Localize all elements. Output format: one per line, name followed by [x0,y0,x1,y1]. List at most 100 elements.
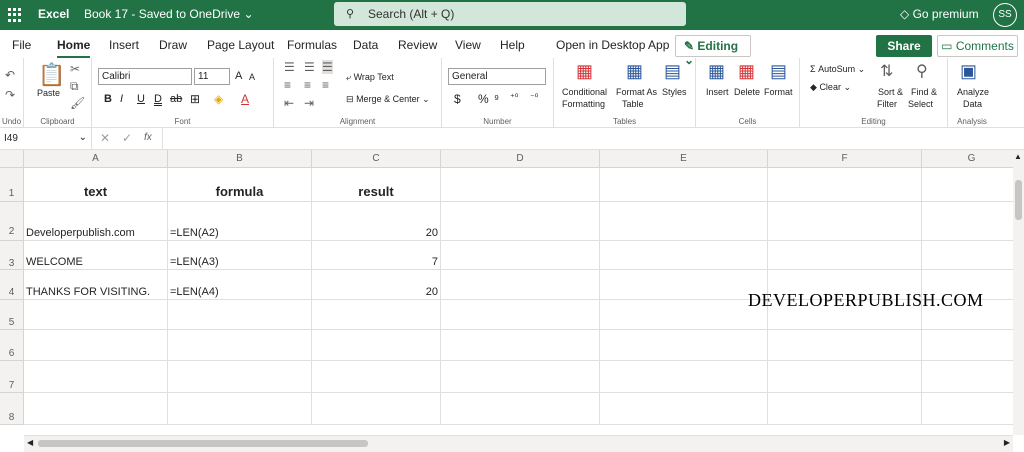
delete-cells-label[interactable]: Delete [734,87,760,97]
align-middle-icon[interactable]: ☰ [304,60,315,74]
select-all-corner[interactable] [0,150,24,168]
search-box[interactable]: ⚲ Search (Alt + Q) [334,2,686,26]
scroll-left-icon[interactable]: ◀ [27,438,33,447]
cell-d5[interactable] [441,300,600,330]
go-premium-link[interactable]: ◇ Go premium [900,7,979,21]
workbook-title[interactable]: Book 17 - Saved to OneDrive ⌄ [84,7,254,21]
cell-a2[interactable]: Developerpublish.com [24,202,168,241]
cell-a5[interactable] [24,300,168,330]
cell-a1[interactable]: text [24,168,168,202]
column-header-d[interactable]: D [441,150,600,168]
share-button[interactable]: Share [876,35,932,57]
row-header-7[interactable]: 7 [0,361,24,393]
row-header-3[interactable]: 3 [0,241,24,270]
name-box[interactable]: I49 ⌄ [0,128,92,150]
number-format-select[interactable]: General [448,68,546,85]
cell-a6[interactable] [24,330,168,361]
row-header-8[interactable]: 8 [0,393,24,425]
format-as-table-label-1[interactable]: Format As [616,87,657,97]
decrease-indent-icon[interactable]: ⇤ [284,96,294,110]
cell-d2[interactable] [441,202,600,241]
cell-f2[interactable] [768,202,922,241]
cell-f8[interactable] [768,393,922,425]
conditional-formatting-label-2[interactable]: Formatting [562,99,605,109]
confirm-icon[interactable]: ✓ [122,131,132,145]
align-right-icon[interactable]: ≡ [322,78,329,92]
bold-icon[interactable]: B [104,93,112,105]
align-top-icon[interactable]: ☰ [284,60,295,74]
autosum-button[interactable]: Σ AutoSum ⌄ [810,64,865,75]
cell-f7[interactable] [768,361,922,393]
find-select-icon[interactable]: ⚲ [916,61,928,81]
tab-file[interactable]: File [12,38,31,52]
cell-f6[interactable] [768,330,922,361]
cell-d4[interactable] [441,270,600,300]
row-header-4[interactable]: 4 [0,270,24,300]
merge-center-button[interactable]: ⊟ Merge & Center ⌄ [346,94,430,105]
cell-b6[interactable] [168,330,312,361]
redo-icon[interactable]: ↷ [5,88,15,102]
scroll-right-icon[interactable]: ▶ [1004,438,1010,447]
cell-b1[interactable]: formula [168,168,312,202]
cell-b3[interactable]: =LEN(A3) [168,241,312,270]
cell-g7[interactable] [922,361,1013,393]
cell-e3[interactable] [600,241,768,270]
font-size-select[interactable]: 11 [194,68,230,85]
column-header-g[interactable]: G [922,150,1013,168]
styles-label[interactable]: Styles [662,87,687,97]
app-name[interactable]: Excel [38,7,69,21]
cell-b4[interactable]: =LEN(A4) [168,270,312,300]
cell-b7[interactable] [168,361,312,393]
horizontal-scroll-thumb[interactable] [38,440,368,447]
column-header-c[interactable]: C [312,150,441,168]
find-select-label-1[interactable]: Find & [911,87,937,97]
row-header-1[interactable]: 1 [0,168,24,202]
row-header-6[interactable]: 6 [0,330,24,361]
vertical-scroll-thumb[interactable] [1015,180,1022,220]
tab-formulas[interactable]: Formulas [287,38,337,52]
cell-e1[interactable] [600,168,768,202]
column-header-a[interactable]: A [24,150,168,168]
cut-icon[interactable]: ✂ [70,62,80,76]
formula-input[interactable] [162,128,1024,150]
fill-color-icon[interactable]: ◈ [214,92,223,106]
insert-cells-icon[interactable]: ▦ [708,61,725,82]
decrease-decimal-icon[interactable]: ⁻⁰ [530,92,538,103]
cell-e7[interactable] [600,361,768,393]
cell-e8[interactable] [600,393,768,425]
cell-c3[interactable]: 7 [312,241,441,270]
horizontal-scrollbar[interactable]: ◀ ▶ [24,435,1013,452]
undo-icon[interactable]: ↶ [5,68,15,82]
percent-icon[interactable]: % [478,92,489,106]
cell-g2[interactable] [922,202,1013,241]
cell-g3[interactable] [922,241,1013,270]
app-launcher-icon[interactable] [8,8,22,22]
tab-home[interactable]: Home [57,38,91,58]
format-as-table-icon[interactable]: ▦ [626,61,643,82]
cancel-icon[interactable]: ✕ [100,131,110,145]
cell-e2[interactable] [600,202,768,241]
cell-b5[interactable] [168,300,312,330]
double-underline-icon[interactable]: D [154,93,162,105]
font-name-select[interactable]: Calibri [98,68,192,85]
cell-a4[interactable]: THANKS FOR VISITING. [24,270,168,300]
cell-e5[interactable] [600,300,768,330]
paste-icon[interactable]: 📋 [38,62,65,88]
shrink-font-icon[interactable]: A [249,72,255,82]
font-color-icon[interactable]: A [241,92,249,106]
tab-help[interactable]: Help [500,38,525,52]
column-header-f[interactable]: F [768,150,922,168]
cell-e4[interactable] [600,270,768,300]
cell-d8[interactable] [441,393,600,425]
row-header-2[interactable]: 2 [0,202,24,241]
tab-review[interactable]: Review [398,38,437,52]
cell-c7[interactable] [312,361,441,393]
cell-f1[interactable] [768,168,922,202]
increase-indent-icon[interactable]: ⇥ [304,96,314,110]
copy-icon[interactable]: ⧉ [70,79,79,94]
insert-cells-label[interactable]: Insert [706,87,729,97]
tab-insert[interactable]: Insert [109,38,139,52]
delete-cells-icon[interactable]: ▦ [738,61,755,82]
tab-view[interactable]: View [455,38,481,52]
cell-d1[interactable] [441,168,600,202]
